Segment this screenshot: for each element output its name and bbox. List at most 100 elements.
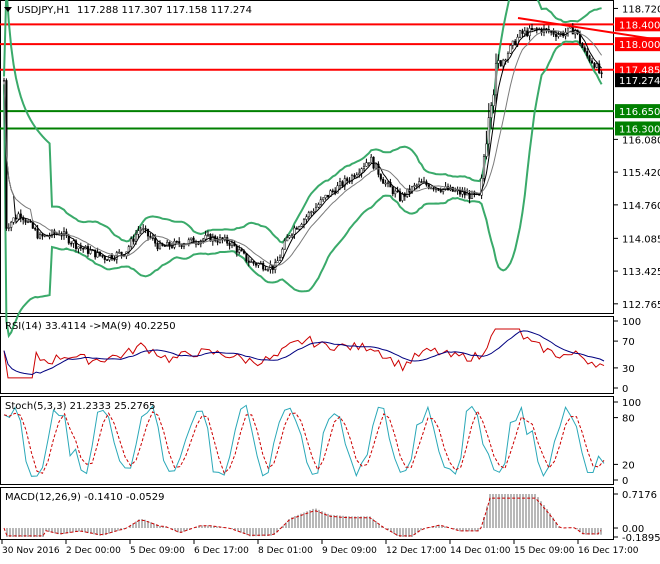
scale-tick-label: 0 bbox=[622, 476, 628, 487]
time-tick-label: 8 Dec 01:00 bbox=[258, 546, 313, 556]
candle-body bbox=[331, 190, 334, 193]
candle-body bbox=[384, 182, 387, 185]
candle-body bbox=[509, 45, 512, 54]
trading-chart-window[interactable]: USDJPY,H1 117.288 117.307 117.158 117.27… bbox=[0, 0, 660, 560]
candle-body bbox=[228, 242, 231, 246]
candle-body bbox=[415, 184, 418, 187]
candle-body bbox=[502, 59, 505, 67]
time-axis: 30 Nov 2016 2 Dec 00:00 5 Dec 09:00 6 Dec 1… bbox=[1, 540, 639, 556]
candle-body bbox=[590, 60, 594, 64]
stoch-label: Stoch(5,3,3) 21.2333 25.2765 bbox=[5, 401, 156, 412]
candle-body bbox=[521, 30, 524, 34]
candle-body bbox=[298, 226, 301, 230]
candle-body bbox=[391, 186, 394, 195]
scale-tick-label: 70 bbox=[622, 337, 635, 348]
candle-body bbox=[322, 197, 325, 201]
candle-body bbox=[130, 238, 133, 247]
time-tick-label: 15 Dec 09:00 bbox=[514, 546, 575, 556]
candle-body bbox=[154, 238, 157, 244]
candle-body bbox=[514, 40, 517, 46]
candle-body bbox=[367, 162, 370, 164]
candle-body bbox=[413, 185, 416, 188]
candle-body bbox=[72, 240, 75, 244]
price-tag-label: 116.300 bbox=[619, 124, 660, 135]
candle-body bbox=[250, 261, 253, 263]
candle-body bbox=[132, 238, 135, 242]
scale-tick-label: 100 bbox=[622, 398, 641, 409]
candle-body bbox=[281, 248, 284, 258]
candle-body bbox=[312, 211, 315, 213]
macd-label: MACD(12,26,9) -0.1410 -0.0529 bbox=[5, 492, 165, 503]
candle-body bbox=[326, 194, 330, 197]
candle-body bbox=[358, 172, 361, 175]
candle-body bbox=[586, 51, 589, 57]
candle-body bbox=[247, 260, 250, 263]
candle-body bbox=[497, 60, 500, 64]
candle-body bbox=[372, 156, 375, 169]
candle-body bbox=[588, 55, 591, 62]
time-tick-label: 30 Nov 2016 bbox=[2, 546, 60, 556]
candle-body bbox=[86, 246, 90, 254]
candle-body bbox=[302, 219, 306, 225]
candle-body bbox=[254, 263, 258, 266]
candle-body bbox=[278, 257, 282, 262]
candle-body bbox=[533, 28, 536, 31]
candle-body bbox=[156, 242, 159, 250]
candle-body bbox=[139, 228, 142, 231]
price-tag-label: 116.650 bbox=[619, 107, 660, 118]
candle-body bbox=[103, 256, 106, 260]
price-tick-label: 116.080 bbox=[622, 135, 660, 146]
time-tick-label: 6 Dec 17:00 bbox=[194, 546, 249, 556]
time-tick-label: 5 Dec 09:00 bbox=[130, 546, 185, 556]
candle-body bbox=[470, 191, 474, 199]
candle-body bbox=[41, 234, 44, 237]
time-tick-label: 2 Dec 00:00 bbox=[66, 546, 121, 556]
price-tag-label: 118.000 bbox=[619, 40, 660, 51]
candle-body bbox=[422, 181, 426, 183]
candle-body bbox=[266, 269, 270, 271]
candle-body bbox=[305, 216, 308, 220]
candle-body bbox=[89, 250, 92, 254]
candle-body bbox=[307, 212, 310, 217]
candle-body bbox=[264, 268, 267, 271]
candle-body bbox=[518, 30, 522, 38]
candle-body bbox=[535, 28, 538, 30]
candle-body bbox=[120, 251, 123, 255]
price-tick-label: 112.765 bbox=[622, 300, 660, 311]
candle-body bbox=[235, 245, 238, 253]
candle-body bbox=[432, 187, 435, 190]
candle-body bbox=[295, 227, 298, 230]
candle-body bbox=[595, 63, 598, 68]
time-tick-label: 14 Dec 01:00 bbox=[450, 546, 511, 556]
candle-body bbox=[293, 227, 296, 235]
candle-body bbox=[499, 60, 502, 67]
candle-body bbox=[370, 156, 373, 163]
candle-body bbox=[24, 219, 27, 223]
price-scale: 118.720118.400118.000117.485117.274116.6… bbox=[614, 4, 660, 311]
candle-body bbox=[77, 246, 80, 249]
candle-body bbox=[317, 204, 320, 208]
candle-body bbox=[34, 228, 37, 230]
scale-tick-label: 20 bbox=[622, 460, 635, 471]
candle-body bbox=[430, 187, 433, 190]
candle-body bbox=[149, 235, 152, 238]
candle-body bbox=[144, 228, 147, 230]
candle-body bbox=[362, 166, 366, 169]
candle-body bbox=[420, 181, 423, 183]
price-tick-label: 114.085 bbox=[622, 234, 660, 245]
price-tick-label: 115.420 bbox=[622, 168, 660, 179]
candle-body bbox=[36, 229, 39, 239]
candle-body bbox=[190, 237, 193, 241]
candle-body bbox=[394, 190, 397, 195]
candle-body bbox=[10, 222, 13, 228]
candle-body bbox=[319, 199, 322, 205]
candle-body bbox=[113, 258, 116, 261]
chart-canvas[interactable]: USDJPY,H1 117.288 117.307 117.158 117.27… bbox=[0, 0, 660, 560]
candle-body bbox=[454, 190, 457, 192]
candle-body bbox=[17, 213, 20, 220]
candle-body bbox=[487, 117, 490, 145]
candle-body bbox=[206, 234, 210, 236]
candle-body bbox=[346, 178, 349, 182]
candle-body bbox=[379, 174, 382, 180]
candle-body bbox=[158, 243, 162, 250]
